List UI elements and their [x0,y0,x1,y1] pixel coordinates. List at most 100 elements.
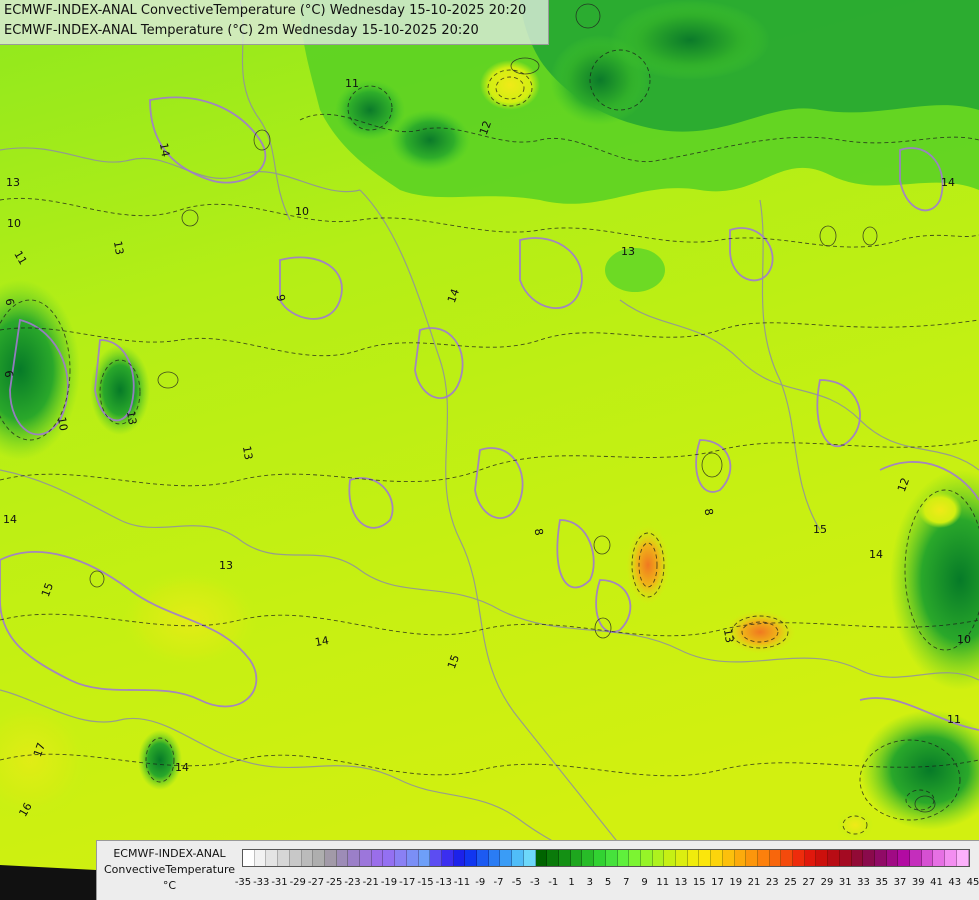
legend-swatch [898,850,911,866]
cool-cell-north-2 [610,0,770,80]
legend-tick-label: -13 [435,877,452,888]
legend-swatch [687,850,700,866]
legend-swatch [477,850,489,866]
contour-label: 10 [957,633,971,646]
legend-swatch [676,850,688,866]
legend-swatch [418,850,431,866]
legend-swatch [512,850,524,866]
contour-label: 13 [219,559,233,572]
legend-swatch [594,850,606,866]
legend-swatch [851,850,864,866]
legend-swatch [605,850,618,866]
legend-tick-label: -1 [548,877,559,888]
map-title-temperature: ECMWF-INDEX-ANAL Temperature (°C) 2m Wed… [4,23,479,38]
legend-tick-label: 21 [747,877,761,888]
contour-label: 11 [947,713,961,726]
legend-swatch [839,850,852,866]
legend-tick-label: 5 [604,877,612,888]
legend-tick-label: -27 [307,877,325,888]
legend-tick-label: 13 [674,877,688,888]
legend-tick-label: 45 [966,877,979,888]
legend-tick-label: 33 [857,877,870,888]
legend-tick-label: 41 [930,877,943,888]
legend-swatch [933,850,946,866]
legend-tick-label: 23 [765,877,779,888]
legend-swatch [441,850,454,866]
legend-swatch [500,850,513,866]
legend-tick-label: -21 [362,877,379,888]
legend-swatch [828,850,840,866]
legend-swatch [582,850,595,866]
legend-swatch [570,850,583,866]
legend-tick-label: -35 [234,877,252,888]
legend-tick-label: 25 [784,877,797,888]
legend-swatch [652,850,665,866]
color-legend: ECMWF-INDEX-ANAL ConvectiveTemperature °… [96,840,979,900]
legend-swatch [430,850,442,866]
legend-tick-label: -29 [289,877,306,888]
legend-tick-label: 15 [692,877,706,888]
legend-tick-label: 31 [838,877,852,888]
contour-label: 13 [111,240,126,256]
warm-cell-north [480,60,540,110]
legend-tick-label: -31 [271,877,288,888]
legend-tick-label: 37 [893,877,907,888]
legend-tick-label: -17 [399,877,416,888]
legend-swatch [886,850,899,866]
legend-swatch [243,850,255,866]
legend-swatch [804,850,817,866]
contour-label: 13 [6,176,20,189]
legend-tick-label: -3 [530,877,540,888]
legend-swatch [629,850,641,866]
legend-swatch [406,850,419,866]
legend-swatch [336,850,349,866]
cool-cell-north-4 [390,110,470,170]
contour-label: 11 [345,77,359,90]
legend-tick-labels: -35 -33 -31 -29 -27 -25 -23 -21 -19 -17 -15 -13 -11-… [235,877,979,891]
legend-tick-label: 1 [568,877,575,888]
legend-tick-label: -33 [253,877,270,888]
offmap-strip [0,865,96,900]
legend-tick-label: 9 [641,877,648,888]
legend-swatch [781,850,794,866]
legend-swatch [945,850,957,866]
legend-tick-label: 19 [729,877,743,888]
legend-swatch [465,850,478,866]
legend-tick-label: 17 [711,877,724,888]
legend-swatch [289,850,302,866]
legend-swatch [746,850,758,866]
legend-swatch [722,850,735,866]
legend-swatch [254,850,267,866]
legend-title-model: ECMWF-INDEX-ANAL [113,847,226,860]
legend-tick-label: -11 [453,877,471,888]
cool-cell-west-3 [138,730,182,790]
legend-swatch [266,850,279,866]
legend-swatch [863,850,875,866]
legend-swatch [301,850,314,866]
map-title-convective: ECMWF-INDEX-ANAL ConvectiveTemperature (… [4,3,527,18]
contour-label: 13 [721,628,736,644]
weather-map-view: 13 10 11 6 6 10 14 15 13 14 13 13 13 14 9 10 11 12 14 13 15 1… [0,0,979,900]
warm-cell-southeast [837,811,873,839]
contour-label: 10 [55,416,70,432]
legend-swatch [793,850,805,866]
convective-temperature-map[interactable]: 1310116610141513141313131491011121413151… [0,0,979,900]
legend-swatch [956,850,969,866]
contour-label: 13 [621,245,635,258]
legend-swatch [360,850,372,866]
legend-swatch [535,850,548,866]
legend-swatch [383,850,396,866]
contour-label: 14 [314,634,330,649]
legend-tick-label: 7 [623,877,630,888]
legend-tick-label: 35 [875,877,889,888]
legend-swatch [523,850,536,866]
contour-label: 10 [7,217,21,230]
legend-swatch [488,850,501,866]
legend-tick-label: 11 [656,877,670,888]
legend-tick-label: -7 [493,877,504,888]
contour-label: 13 [124,410,139,426]
legend-tick-label: 39 [911,877,925,888]
warm-cell-east-coast [918,492,962,528]
legend-swatch [395,850,407,866]
legend-swatch [453,850,466,866]
